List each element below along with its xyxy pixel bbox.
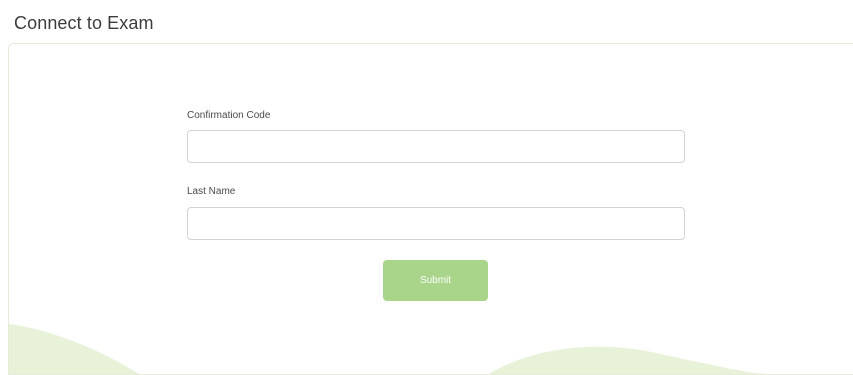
last-name-label: Last Name xyxy=(187,186,236,197)
connect-form-card: Confirmation Code Last Name Submit xyxy=(8,43,853,375)
last-name-input[interactable] xyxy=(187,207,685,240)
confirmation-code-label: Confirmation Code xyxy=(187,110,271,121)
submit-button[interactable]: Submit xyxy=(383,260,488,301)
page-title: Connect to Exam xyxy=(14,13,154,33)
confirmation-code-input[interactable] xyxy=(187,130,685,163)
